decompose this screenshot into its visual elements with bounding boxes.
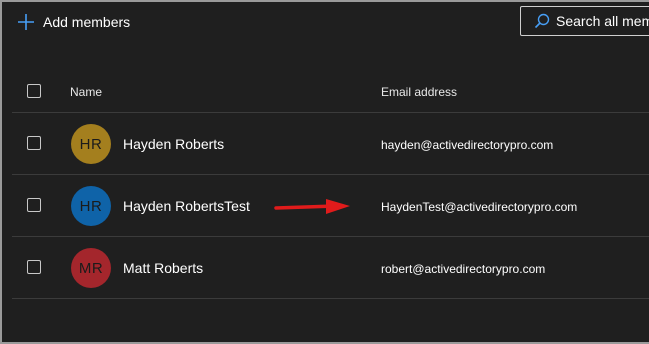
member-email: hayden@activedirectorypro.com bbox=[381, 138, 554, 152]
avatar-initials: HR bbox=[79, 197, 103, 215]
member-name[interactable]: Hayden RobertsTest bbox=[123, 198, 250, 214]
column-header-email[interactable]: Email address bbox=[381, 85, 457, 99]
red-arrow-icon bbox=[274, 199, 350, 214]
column-header-name[interactable]: Name bbox=[70, 85, 102, 99]
add-members-label: Add members bbox=[43, 14, 131, 30]
member-email: robert@activedirectorypro.com bbox=[381, 262, 546, 276]
toolbar: Add members bbox=[2, 2, 649, 42]
avatar: MR bbox=[71, 248, 111, 288]
row-checkbox[interactable] bbox=[27, 198, 41, 212]
search-box[interactable] bbox=[520, 6, 649, 36]
row-checkbox[interactable] bbox=[27, 136, 41, 150]
members-panel: Add members Name Email address HR Hayden… bbox=[0, 0, 649, 344]
avatar: HR bbox=[71, 186, 111, 226]
row-checkbox[interactable] bbox=[27, 260, 41, 274]
member-email: HaydenTest@activedirectorypro.com bbox=[381, 200, 578, 214]
member-name[interactable]: Hayden Roberts bbox=[123, 136, 224, 152]
member-name[interactable]: Matt Roberts bbox=[123, 260, 203, 276]
table-row[interactable]: MR Matt Roberts robert@activedirectorypr… bbox=[12, 237, 649, 299]
search-input[interactable] bbox=[556, 13, 649, 29]
add-members-button[interactable]: Add members bbox=[18, 12, 130, 32]
select-all-checkbox[interactable] bbox=[27, 84, 41, 98]
table-row[interactable]: HR Hayden Roberts hayden@activedirectory… bbox=[12, 113, 649, 175]
search-icon bbox=[534, 13, 550, 29]
avatar-initials: MR bbox=[78, 259, 104, 277]
plus-icon bbox=[18, 14, 34, 30]
avatar-initials: HR bbox=[79, 135, 103, 153]
table-header: Name Email address bbox=[12, 70, 649, 113]
avatar: HR bbox=[71, 124, 111, 164]
